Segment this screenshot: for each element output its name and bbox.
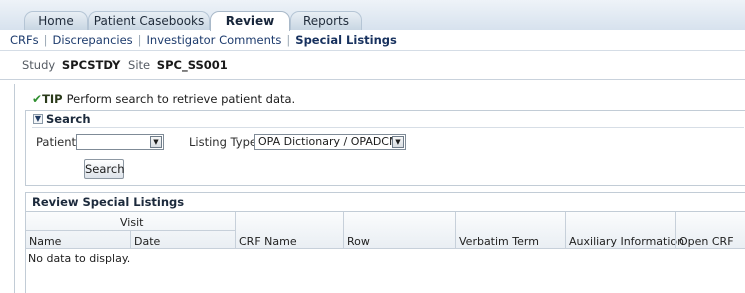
subnav-investigator-comments[interactable]: Investigator Comments [147, 33, 282, 47]
tip-message: ✔TIP Perform search to retrieve patient d… [32, 92, 295, 106]
column-divider [675, 212, 676, 249]
column-header-verbatim-term[interactable]: Verbatim Term [459, 235, 539, 248]
site-label: Site [128, 58, 151, 72]
column-header-open-crf[interactable]: Open CRF [679, 235, 734, 248]
search-panel: ▼ Search Patient ▼ Listing Type OPA Dict… [25, 110, 745, 186]
divider [0, 50, 745, 51]
column-header-name[interactable]: Name [29, 235, 61, 248]
study-value: SPCSTDY [61, 58, 121, 72]
listing-type-value: OPA Dictionary / OPADCM [258, 135, 399, 148]
search-section-title: Search [46, 112, 91, 126]
column-divider [565, 212, 566, 249]
tab-patient-casebooks[interactable]: Patient Casebooks [88, 11, 210, 30]
tip-text: Perform search to retrieve patient data. [66, 92, 296, 106]
header-bottom-border [26, 248, 745, 249]
table-header: Visit Name Date CRF Name Row Verbatim Te… [26, 212, 745, 249]
chevron-down-icon[interactable]: ▼ [150, 136, 162, 148]
tip-label: TIP [42, 92, 63, 106]
column-divider [343, 212, 344, 249]
divider [0, 79, 745, 80]
collapse-toggle-icon[interactable]: ▼ [33, 114, 43, 124]
separator: | [286, 33, 291, 47]
empty-table-message: No data to display. [28, 252, 131, 265]
review-section-title: Review Special Listings [32, 195, 185, 209]
column-header-date[interactable]: Date [134, 235, 160, 248]
search-button[interactable]: Search [84, 159, 125, 179]
divider [32, 127, 744, 128]
column-header-crf-name[interactable]: CRF Name [239, 235, 297, 248]
subnav-crfs[interactable]: CRFs [10, 33, 39, 47]
study-label: Study [22, 58, 56, 72]
listing-type-select[interactable]: OPA Dictionary / OPADCM ▼ [254, 134, 406, 150]
main-tab-bar: Home Patient Casebooks Reports Review [0, 0, 745, 31]
site-value: SPC_SS001 [156, 58, 228, 72]
content-border [14, 84, 15, 293]
listing-type-label: Listing Type [189, 135, 257, 149]
subnav-special-listings[interactable]: Special Listings [295, 33, 397, 47]
review-special-listings-panel: Review Special Listings Visit Name Date … [25, 192, 745, 293]
tab-home[interactable]: Home [24, 11, 88, 30]
tab-reports[interactable]: Reports [290, 11, 362, 30]
sub-navigation: CRFs | Discrepancies | Investigator Comments… [10, 33, 397, 47]
patient-select[interactable]: ▼ [76, 134, 164, 150]
chevron-down-icon[interactable]: ▼ [392, 136, 404, 148]
study-context: Study SPCSTDY Site SPC_SS001 [22, 58, 232, 72]
column-divider [130, 231, 131, 249]
column-divider [235, 212, 236, 249]
separator: | [137, 33, 142, 47]
column-group-visit: Visit [120, 216, 144, 229]
tab-review[interactable]: Review [210, 11, 290, 31]
column-header-auxiliary-information[interactable]: Auxiliary Information [569, 235, 684, 248]
separator: | [43, 33, 48, 47]
column-header-row[interactable]: Row [347, 235, 370, 248]
check-icon: ✔ [32, 92, 43, 106]
patient-label: Patient [36, 135, 77, 149]
subnav-discrepancies[interactable]: Discrepancies [53, 33, 133, 47]
column-divider [455, 212, 456, 249]
